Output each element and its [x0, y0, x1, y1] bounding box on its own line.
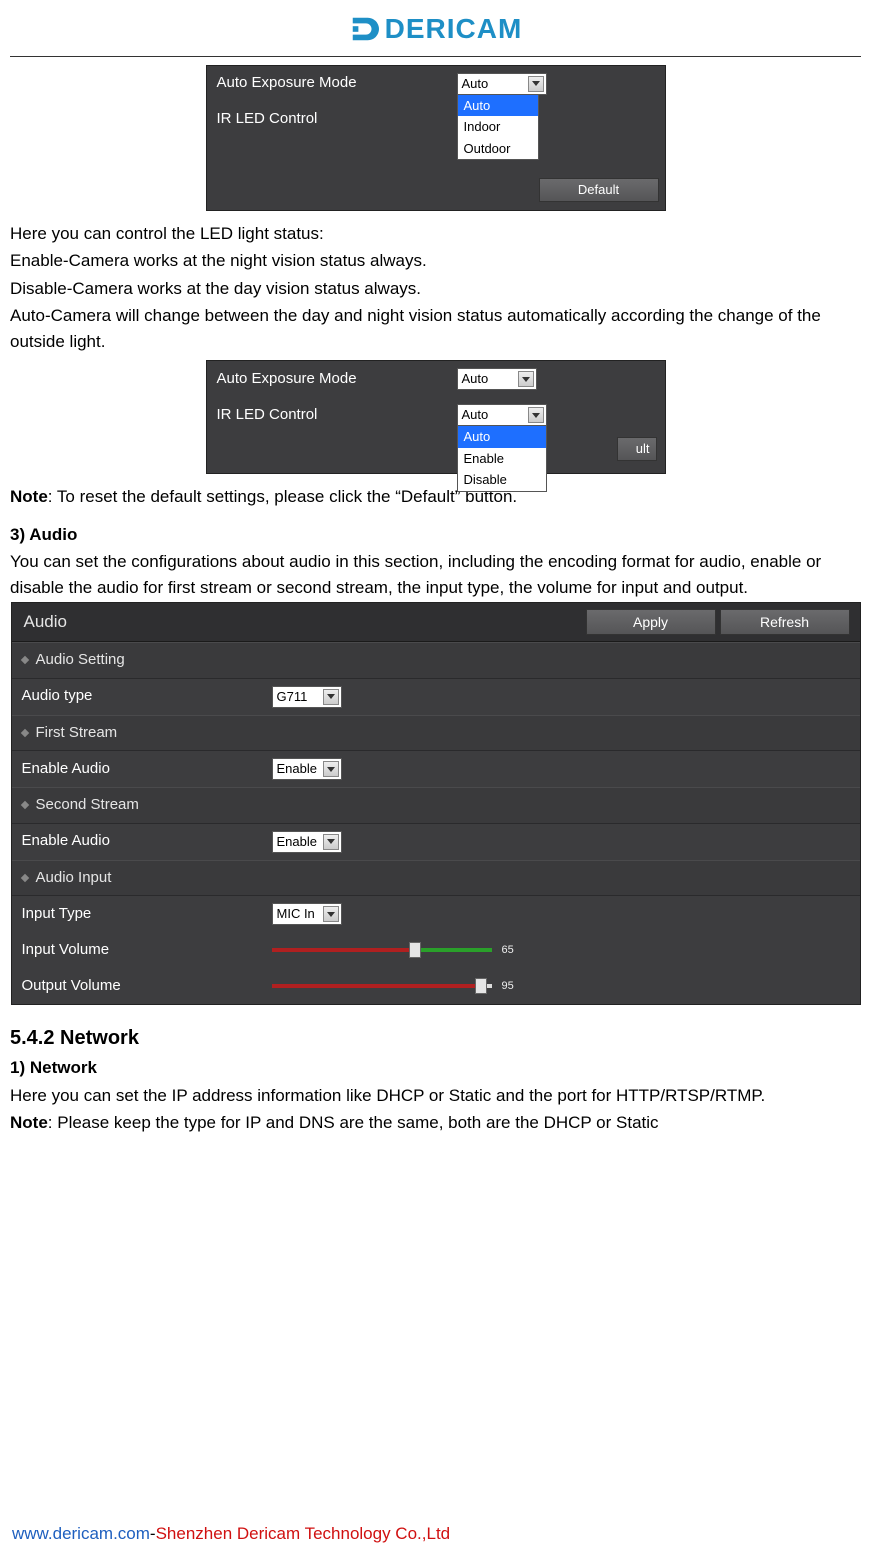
led-disable-line: Disable-Camera works at the day vision s… [10, 276, 861, 302]
slider-handle-icon[interactable] [409, 942, 421, 958]
apply-button[interactable]: Apply [586, 609, 716, 635]
group-first-stream: First Stream [12, 715, 860, 752]
default-button[interactable]: Default [539, 178, 659, 202]
led-intro-line: Here you can control the LED light statu… [10, 221, 861, 247]
chevron-down-icon [323, 689, 339, 705]
group-audio-setting: Audio Setting [12, 642, 860, 679]
refresh-button-label: Refresh [760, 612, 809, 633]
logo-mark-icon [349, 14, 379, 44]
page-footer: www.dericam.com-Shenzhen Dericam Technol… [12, 1521, 450, 1547]
enable-audio-1-label: Enable Audio [22, 758, 272, 781]
audio-panel: Audio Apply Refresh Audio Setting Audio … [11, 602, 861, 1005]
network-note: Note: Please keep the type for IP and DN… [10, 1110, 861, 1136]
auto-exposure-label: Auto Exposure Mode [217, 72, 457, 95]
note-1: Note: To reset the default settings, ple… [10, 484, 861, 510]
ir-led-option-enable[interactable]: Enable [458, 448, 546, 470]
ir-led-dropdown[interactable]: Auto Enable Disable [457, 425, 547, 492]
audio-type-select[interactable]: G711 [272, 686, 342, 708]
audio-heading: 3) Audio [10, 522, 861, 548]
network-note-label: Note [10, 1113, 48, 1132]
chevron-down-icon [323, 761, 339, 777]
diamond-icon [20, 874, 28, 882]
exposure-option-outdoor[interactable]: Outdoor [458, 138, 538, 160]
led-auto-line: Auto-Camera will change between the day … [10, 303, 861, 354]
auto-exposure-value: Auto [462, 74, 528, 94]
note-label: Note [10, 487, 48, 506]
network-note-text: : Please keep the type for IP and DNS ar… [48, 1113, 659, 1132]
exposure-panel-2: Auto Exposure Mode Auto IR LED Control A… [206, 360, 666, 474]
chevron-down-icon [528, 76, 544, 92]
chevron-down-icon [323, 906, 339, 922]
refresh-button[interactable]: Refresh [720, 609, 850, 635]
input-type-label: Input Type [22, 903, 272, 926]
input-type-value: MIC In [277, 904, 323, 924]
ir-led-label-2: IR LED Control [217, 404, 457, 427]
group-audio-input-label: Audio Input [36, 867, 112, 890]
chevron-down-icon [528, 407, 544, 423]
group-second-stream-label: Second Stream [36, 794, 139, 817]
group-first-stream-label: First Stream [36, 722, 118, 745]
auto-exposure-select-2[interactable]: Auto [457, 368, 537, 390]
network-subheading: 1) Network [10, 1055, 861, 1081]
led-enable-line: Enable-Camera works at the night vision … [10, 248, 861, 274]
auto-exposure-select[interactable]: Auto [457, 73, 547, 95]
ir-led-label: IR LED Control [217, 108, 457, 131]
enable-audio-1-value: Enable [277, 759, 323, 779]
footer-url: www.dericam.com [12, 1524, 150, 1543]
auto-exposure-label-2: Auto Exposure Mode [217, 368, 457, 391]
slider-handle-icon[interactable] [475, 978, 487, 994]
exposure-option-indoor[interactable]: Indoor [458, 116, 538, 138]
footer-company: Shenzhen Dericam Technology Co.,Ltd [156, 1524, 451, 1543]
brand-logo: DERICAM [349, 8, 523, 50]
audio-description: You can set the configurations about aud… [10, 549, 861, 600]
diamond-icon [20, 801, 28, 809]
apply-button-label: Apply [633, 612, 668, 633]
input-volume-slider[interactable] [272, 946, 492, 954]
network-heading: 5.4.2 Network [10, 1023, 861, 1053]
header-logo-wrap: DERICAM [10, 8, 861, 57]
output-volume-label: Output Volume [22, 975, 272, 998]
output-volume-value: 95 [502, 978, 522, 995]
audio-type-label: Audio type [22, 685, 272, 708]
exposure-panel-1: Auto Exposure Mode Auto Auto Indoor Outd… [206, 65, 666, 211]
audio-panel-title: Audio [22, 609, 586, 635]
enable-audio-1-select[interactable]: Enable [272, 758, 342, 780]
chevron-down-icon [323, 834, 339, 850]
enable-audio-2-value: Enable [277, 832, 323, 852]
ir-led-option-auto[interactable]: Auto [458, 426, 546, 448]
brand-text: DERICAM [385, 8, 523, 50]
ir-led-select[interactable]: Auto [457, 404, 547, 426]
auto-exposure-dropdown[interactable]: Auto Indoor Outdoor [457, 94, 539, 161]
input-type-select[interactable]: MIC In [272, 903, 342, 925]
enable-audio-2-label: Enable Audio [22, 830, 272, 853]
input-volume-value: 65 [502, 942, 522, 959]
network-line1: Here you can set the IP address informat… [10, 1083, 861, 1109]
group-audio-input: Audio Input [12, 860, 860, 897]
enable-audio-2-select[interactable]: Enable [272, 831, 342, 853]
exposure-option-auto[interactable]: Auto [458, 95, 538, 117]
diamond-icon [20, 656, 28, 664]
group-audio-setting-label: Audio Setting [36, 649, 125, 672]
default-button-partial[interactable]: ult [617, 437, 657, 461]
group-second-stream: Second Stream [12, 787, 860, 824]
audio-type-value: G711 [277, 687, 323, 707]
diamond-icon [20, 729, 28, 737]
default-button-label: Default [578, 180, 619, 200]
auto-exposure-value-2: Auto [462, 369, 518, 389]
chevron-down-icon [518, 371, 534, 387]
input-volume-label: Input Volume [22, 939, 272, 962]
note-text: : To reset the default settings, please … [48, 487, 517, 506]
ir-led-value: Auto [462, 405, 528, 425]
ir-led-option-disable[interactable]: Disable [458, 469, 546, 491]
output-volume-slider[interactable] [272, 982, 492, 990]
